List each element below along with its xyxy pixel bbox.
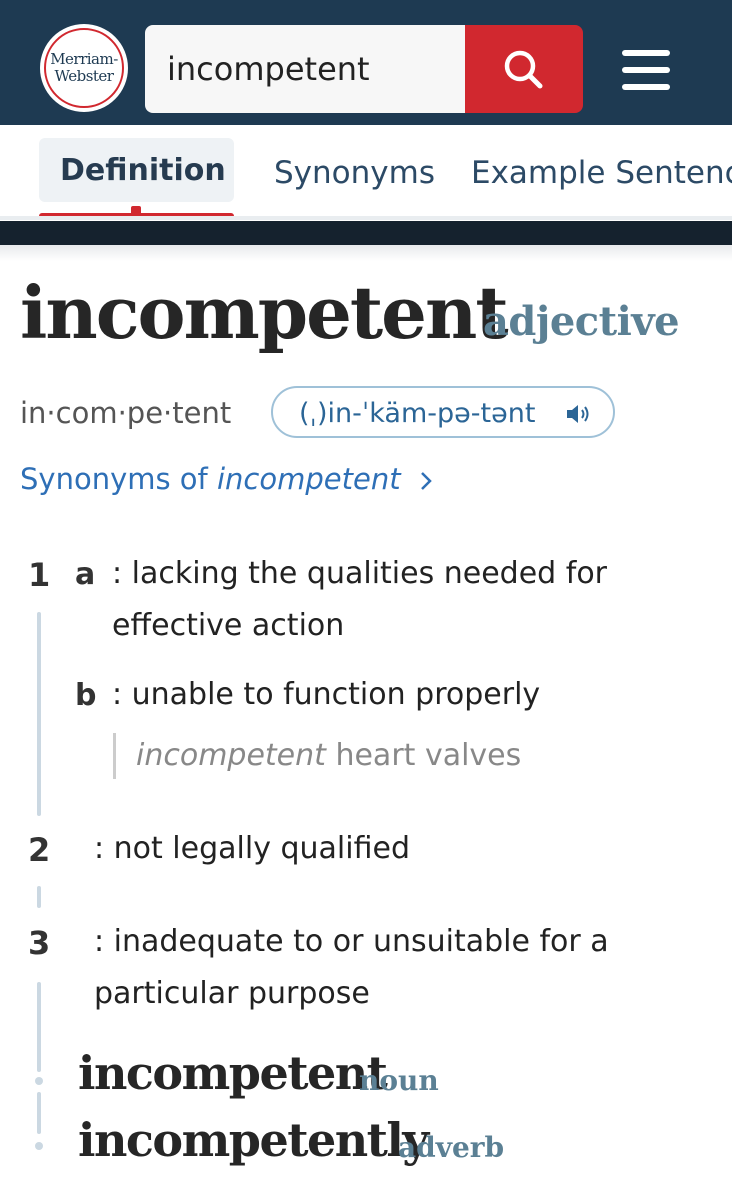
headword: incompetent	[20, 270, 509, 355]
search-button[interactable]	[465, 25, 583, 113]
menu-bar-top	[622, 50, 670, 56]
sense-1a-definition: : lacking the qualities needed for effec…	[112, 556, 608, 643]
example-sentence: incompetent heart valves	[136, 738, 521, 773]
run-on-dot-2	[35, 1142, 43, 1150]
tab-divider	[0, 216, 732, 220]
merriam-webster-logo[interactable]: Merriam- Webster	[40, 24, 128, 112]
example-headword: incompetent	[136, 738, 326, 773]
tab-bar: Definition Synonyms Example Sentenc	[0, 125, 732, 220]
example-bar	[113, 733, 116, 779]
sense-1b-definition: : unable to function properly	[112, 677, 541, 712]
menu-button[interactable]	[622, 50, 670, 90]
sense-connector-2	[37, 886, 41, 908]
synonyms-link-word: incompetent	[216, 462, 401, 496]
run-on-word-2: incompetently	[78, 1113, 429, 1167]
tab-example-sentences[interactable]: Example Sentenc	[471, 155, 732, 191]
sense-connector-3	[37, 982, 41, 1072]
sense-letter-b: b	[75, 678, 97, 713]
sense-number-2: 2	[28, 831, 51, 869]
menu-bar-bottom	[622, 84, 670, 90]
run-on-pos-1[interactable]: noun	[359, 1064, 439, 1097]
sense-number-1: 1	[28, 556, 51, 594]
dark-divider-bar	[0, 221, 732, 245]
run-on-dot-1	[35, 1077, 43, 1085]
synonyms-link-prefix: Synonyms of	[20, 462, 217, 496]
pronunciation-button[interactable]: (ˌ)in-ˈkäm-pə-tənt	[271, 386, 615, 438]
tab-synonyms[interactable]: Synonyms	[274, 155, 435, 191]
example-rest: heart valves	[325, 738, 522, 773]
sense-number-3: 3	[28, 924, 51, 962]
search-icon	[504, 50, 543, 89]
search-box	[145, 25, 465, 113]
logo-line1: Merriam-	[50, 50, 118, 68]
sense-letter-a: a	[75, 557, 96, 592]
menu-bar-middle	[622, 67, 670, 73]
syllable-breakdown: in·com·pe·tent	[20, 396, 232, 430]
sense-connector-1	[37, 612, 41, 816]
part-of-speech[interactable]: adjective	[483, 298, 680, 345]
divider-shadow	[0, 245, 732, 261]
tab-definition[interactable]: Definition	[60, 153, 226, 188]
run-on-pos-2[interactable]: adverb	[398, 1131, 504, 1164]
logo-line2: Webster	[54, 67, 114, 85]
sense-connector-4	[37, 1092, 41, 1134]
run-on-word-1: incompetent	[78, 1046, 388, 1100]
sense-3-definition: : inadequate to or unsuitable for a part…	[94, 924, 609, 1011]
chevron-right-icon[interactable]	[418, 470, 434, 492]
site-header: Merriam- Webster	[0, 0, 732, 125]
search-input[interactable]	[167, 47, 447, 91]
sense-2-definition: : not legally qualified	[94, 831, 410, 866]
synonyms-link[interactable]: Synonyms of incompetent	[20, 462, 401, 496]
pronunciation-text: (ˌ)in-ˈkäm-pə-tənt	[299, 398, 536, 429]
speaker-icon	[567, 405, 589, 423]
